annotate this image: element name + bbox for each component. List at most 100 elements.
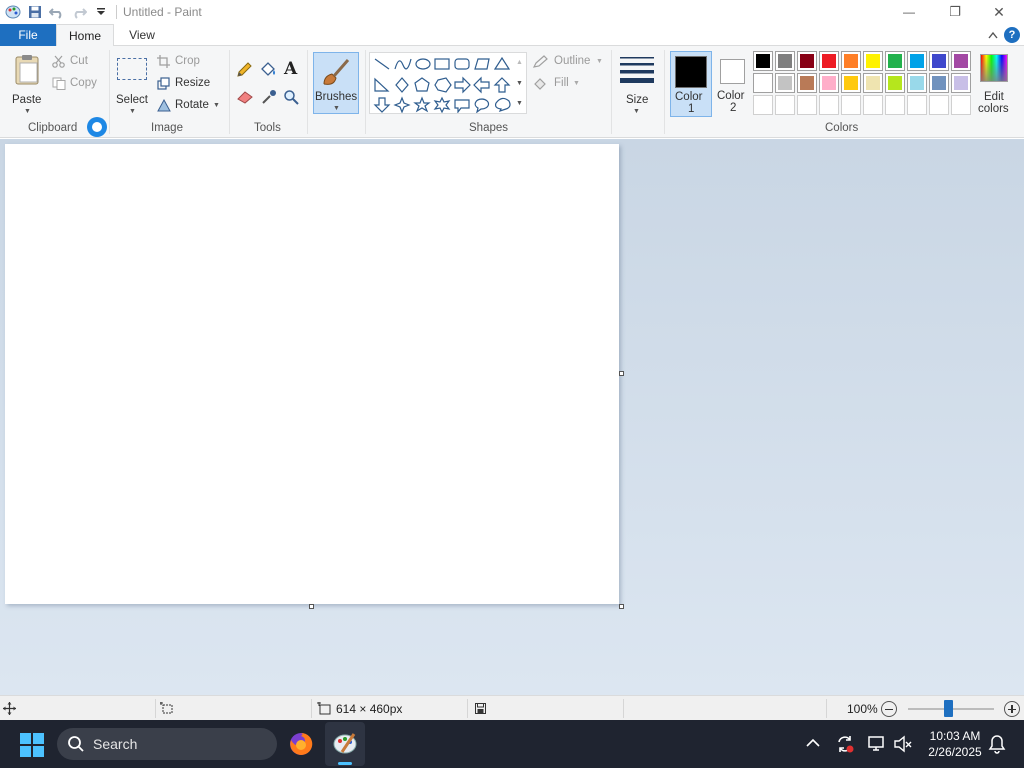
custom-color-slot[interactable] (907, 95, 927, 115)
redo-icon[interactable] (68, 1, 90, 23)
custom-color-slot[interactable] (797, 95, 817, 115)
custom-color-slot[interactable] (885, 95, 905, 115)
windows-start-icon[interactable] (20, 733, 44, 757)
swatch-color (800, 76, 814, 90)
custom-color-slot[interactable] (863, 95, 883, 115)
window-title: Untitled - Paint (123, 5, 202, 19)
palette-swatch[interactable] (885, 51, 905, 71)
crop-button[interactable]: Crop (157, 54, 207, 70)
custom-color-slot[interactable] (841, 95, 861, 115)
drawing-canvas[interactable] (5, 144, 619, 604)
paste-button[interactable]: Paste ▼ (8, 50, 48, 116)
brushes-button[interactable]: Brushes ▼ (313, 52, 359, 114)
customize-quick-access-icon[interactable] (90, 1, 112, 23)
color1-button[interactable]: Color 1 (670, 51, 712, 117)
edit-colors-button[interactable]: Edit colors (976, 52, 1012, 118)
resize-button[interactable]: Resize (157, 76, 213, 92)
palette-swatch[interactable] (863, 51, 883, 71)
palette-swatch[interactable] (775, 73, 795, 93)
minimize-button[interactable]: — (886, 0, 932, 24)
shapes-group-label: Shapes (469, 122, 509, 134)
cut-label: Cut (70, 55, 88, 67)
palette-swatch[interactable] (841, 73, 861, 93)
swatch-color (888, 76, 902, 90)
palette-swatch[interactable] (797, 51, 817, 71)
resize-handle-right[interactable] (619, 371, 624, 376)
save-icon[interactable] (24, 1, 46, 23)
status-divider (826, 699, 827, 718)
palette-swatch[interactable] (753, 51, 773, 71)
edit-colors-label: Edit (984, 91, 1004, 103)
palette-swatch[interactable] (863, 73, 883, 93)
taskbar-search[interactable]: Search (57, 728, 277, 760)
palette-swatch[interactable] (907, 73, 927, 93)
network-icon[interactable] (867, 734, 887, 754)
swatch-color (932, 76, 946, 90)
custom-color-slot[interactable] (775, 95, 795, 115)
paint-taskbar-button[interactable] (325, 722, 365, 766)
outline-button[interactable]: Outline ▼ (533, 54, 605, 70)
custom-color-slot[interactable] (951, 95, 971, 115)
notifications-bell-icon[interactable] (988, 734, 1006, 754)
maximize-button[interactable]: ❐ (932, 0, 978, 24)
shapes-expand-icon[interactable]: ▼ (516, 100, 523, 107)
zoom-out-button[interactable] (881, 701, 897, 717)
close-button[interactable]: ✕ (976, 0, 1022, 24)
show-hidden-icons-chevron-icon[interactable] (806, 738, 820, 748)
tab-file[interactable]: File (0, 24, 56, 46)
collapse-ribbon-icon[interactable] (985, 27, 1001, 43)
text-tool-icon[interactable]: A (284, 59, 297, 79)
custom-color-slot[interactable] (753, 95, 773, 115)
palette-swatch[interactable] (929, 73, 949, 93)
outline-dropdown-icon: ▼ (596, 58, 603, 65)
resize-handle-bottom[interactable] (309, 604, 314, 609)
clock-date[interactable]: 2/26/2025 (915, 744, 995, 760)
palette-swatch[interactable] (819, 51, 839, 71)
palette-swatch[interactable] (797, 73, 817, 93)
shapes-scroll-up-icon[interactable]: ▲ (516, 59, 523, 66)
clipboard-launcher-icon[interactable] (87, 117, 107, 137)
copy-button[interactable]: Copy (52, 76, 100, 92)
color2-button[interactable]: Color 2 (714, 51, 752, 117)
color1-swatch (675, 56, 707, 88)
palette-swatch[interactable] (951, 51, 971, 71)
tab-home[interactable]: Home (56, 24, 114, 47)
magnifier-icon[interactable] (283, 89, 299, 105)
shapes-gallery[interactable]: ▲ ▼ ▼ (369, 52, 527, 114)
fill-bucket-icon[interactable] (259, 61, 277, 78)
palette-swatch[interactable] (753, 73, 773, 93)
resize-handle-corner[interactable] (619, 604, 624, 609)
firefox-icon[interactable] (288, 731, 314, 757)
color-picker-icon[interactable] (261, 89, 277, 105)
tab-view[interactable]: View (114, 24, 170, 46)
undo-icon[interactable] (46, 1, 68, 23)
help-button[interactable]: ? (1004, 27, 1020, 43)
eraser-icon[interactable] (236, 90, 254, 104)
copy-icon (52, 77, 66, 90)
crop-label: Crop (175, 55, 200, 67)
palette-swatch[interactable] (775, 51, 795, 71)
pencil-icon[interactable] (236, 62, 252, 78)
select-button[interactable]: Select ▼ (113, 50, 151, 116)
custom-color-slot[interactable] (929, 95, 949, 115)
palette-swatch[interactable] (951, 73, 971, 93)
zoom-in-button[interactable] (1004, 701, 1020, 717)
volume-muted-icon[interactable] (893, 734, 913, 754)
outline-icon (533, 55, 548, 68)
cut-button[interactable]: Cut (52, 54, 96, 70)
fill-button[interactable]: Fill ▼ (533, 76, 583, 92)
zoom-slider-thumb[interactable] (944, 700, 954, 717)
custom-color-slot[interactable] (819, 95, 839, 115)
rotate-button[interactable]: Rotate ▼ (157, 98, 223, 114)
clock-time[interactable]: 10:03 AM (915, 728, 995, 744)
size-button[interactable]: Size ▼ (617, 50, 657, 116)
palette-swatch[interactable] (929, 51, 949, 71)
shapes-scroll-down-icon[interactable]: ▼ (516, 80, 523, 87)
palette-swatch[interactable] (819, 73, 839, 93)
paint-app-icon[interactable] (2, 1, 24, 23)
sync-icon[interactable] (835, 734, 855, 754)
swatch-color (756, 54, 770, 68)
palette-swatch[interactable] (907, 51, 927, 71)
palette-swatch[interactable] (841, 51, 861, 71)
palette-swatch[interactable] (885, 73, 905, 93)
